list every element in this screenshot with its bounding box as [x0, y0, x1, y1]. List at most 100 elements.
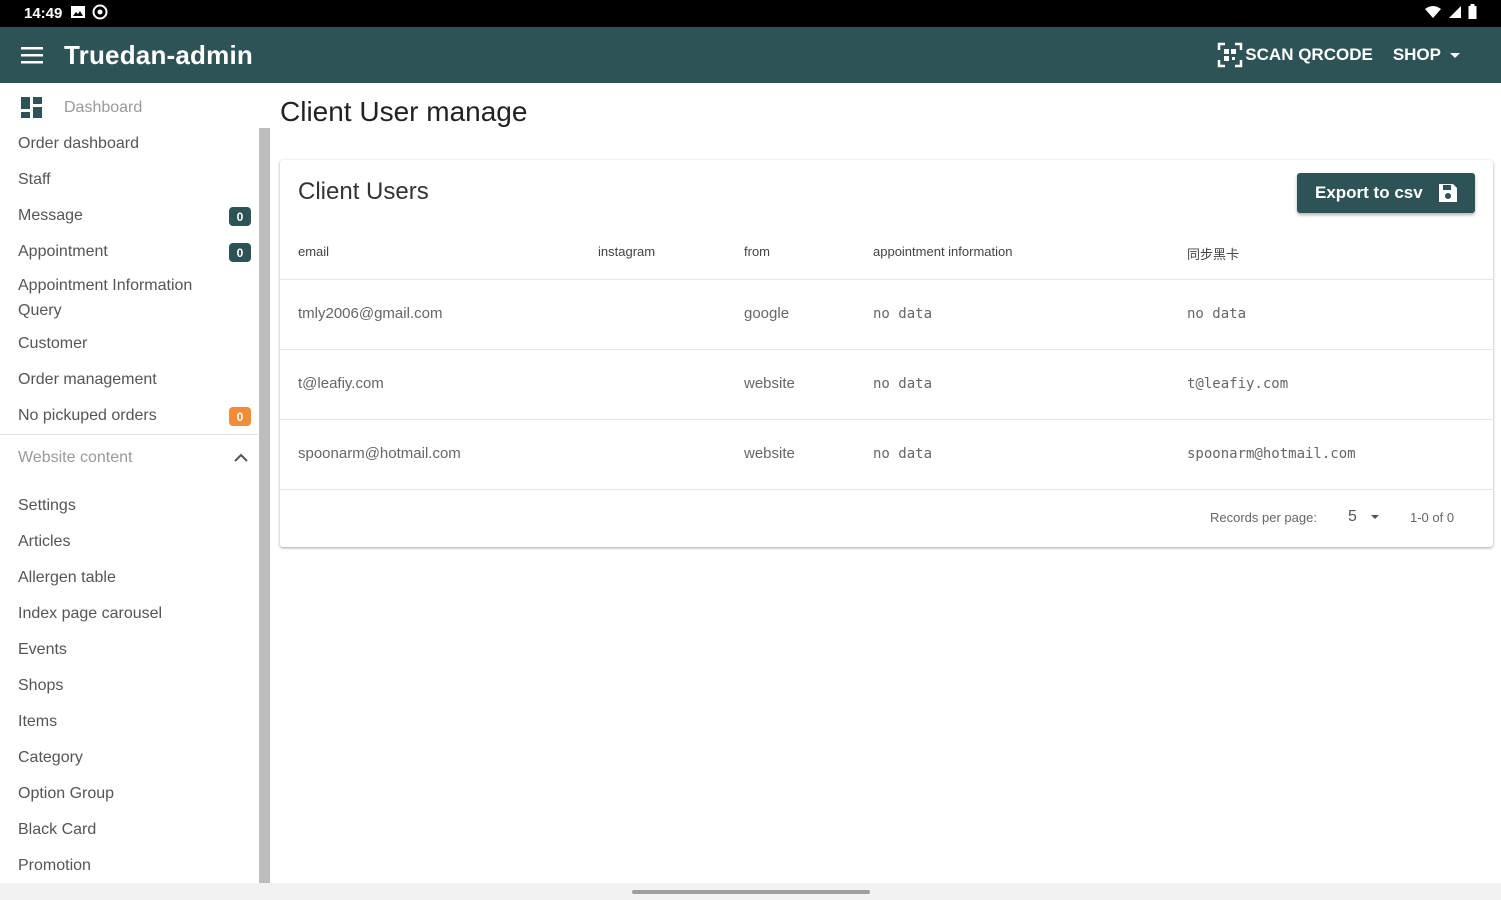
hamburger-icon [21, 47, 43, 64]
client-users-card: Client Users Export to csv email instagr… [280, 160, 1493, 547]
column-header-appointment[interactable]: appointment information [873, 244, 1012, 259]
qrcode-scan-icon [1218, 42, 1243, 68]
chevron-up-icon [234, 453, 248, 462]
sidebar-item-label: Dashboard [64, 99, 143, 116]
signal-icon [1448, 5, 1462, 23]
records-per-page-select[interactable]: 5 [1348, 508, 1381, 526]
home-gesture-handle[interactable] [632, 890, 870, 894]
sidebar-item-label: Order management [18, 371, 157, 388]
pagination-range: 1-0 of 0 [1410, 510, 1455, 525]
appointment-badge: 0 [229, 243, 251, 262]
save-icon [1438, 184, 1457, 202]
card-title: Client Users [298, 178, 429, 205]
sidebar-item-label: Appointment [18, 243, 108, 260]
section-title: Website content [18, 449, 133, 466]
status-bar: 14:49 [0, 0, 1501, 27]
sidebar-item-label: Order dashboard [18, 135, 139, 152]
no-pickuped-badge: 0 [229, 407, 251, 426]
page-title: Client User manage [280, 96, 528, 127]
shop-label: SHOP [1392, 45, 1441, 64]
cell-blackcard: no data [1187, 306, 1247, 322]
sidebar-item-label: Events [18, 641, 67, 658]
sidebar-item-events[interactable]: Events [18, 637, 67, 662]
cell-blackcard: spoonarm@hotmail.com [1187, 446, 1356, 462]
cell-from: google [744, 305, 790, 322]
menu-button[interactable] [0, 27, 64, 83]
cell-blackcard: t@leafiy.com [1187, 376, 1289, 392]
sidebar-item-shops[interactable]: Shops [18, 673, 63, 698]
cell-appointment: no data [873, 376, 933, 392]
cell-from: website [744, 445, 795, 462]
records-per-page-label: Records per page: [1210, 510, 1317, 525]
sidebar-item-articles[interactable]: Articles [18, 529, 70, 554]
sidebar-item-staff[interactable]: Staff [18, 167, 51, 192]
column-header-email[interactable]: email [298, 244, 329, 259]
sidebar-item-appointment[interactable]: Appointment [18, 239, 108, 264]
scan-qrcode-button[interactable]: SCAN QRCODE [1217, 42, 1373, 68]
sidebar-divider [0, 434, 258, 435]
shop-dropdown[interactable]: SHOP [1393, 45, 1467, 65]
sidebar-item-label: Customer [18, 335, 88, 352]
sidebar-item-label: Allergen table [18, 569, 116, 586]
cell-email: tmly2006@gmail.com [298, 305, 443, 322]
chevron-down-icon [1370, 515, 1379, 519]
sidebar-item-settings[interactable]: Settings [18, 493, 76, 518]
sidebar-item-order-management[interactable]: Order management [18, 367, 157, 392]
sidebar-item-label: Staff [18, 171, 51, 188]
app-title: Truedan-admin [64, 39, 253, 70]
export-csv-label: Export to csv [1315, 183, 1423, 202]
sidebar: Dashboard Order dashboard Staff Message … [0, 83, 270, 883]
sidebar-item-label: Black Card [18, 821, 97, 838]
sidebar-item-no-pickuped-orders[interactable]: No pickuped orders [18, 403, 157, 428]
sidebar-item-label: Promotion [18, 857, 91, 874]
row-divider [280, 349, 1493, 350]
cell-from: website [744, 375, 795, 392]
sidebar-scrollbar[interactable] [259, 128, 270, 883]
sidebar-item-label: Option Group [18, 785, 115, 802]
sidebar-item-customer[interactable]: Customer [18, 331, 87, 356]
sidebar-item-index-carousel[interactable]: Index page carousel [18, 601, 162, 626]
status-time: 14:49 [24, 5, 63, 22]
sidebar-item-label: Articles [18, 533, 71, 550]
sidebar-item-items[interactable]: Items [18, 709, 57, 734]
sidebar-item-label: Message [18, 207, 83, 224]
sidebar-item-option-group[interactable]: Option Group [18, 781, 114, 806]
sidebar-item-message[interactable]: Message [18, 203, 83, 228]
sidebar-item-allergen-table[interactable]: Allergen table [18, 565, 116, 590]
cell-appointment: no data [873, 446, 933, 462]
sidebar-item-label: Index page carousel [18, 605, 163, 622]
sidebar-item-label: Appointment Information Query [18, 277, 193, 319]
sidebar-item-promotion[interactable]: Promotion [18, 853, 91, 878]
column-header-blackcard[interactable]: 同步黑卡 [1187, 244, 1239, 263]
row-divider [280, 419, 1493, 420]
table-header-divider [280, 279, 1493, 280]
dashboard-icon [21, 96, 42, 118]
sidebar-item-dashboard[interactable]: Dashboard [20, 95, 142, 120]
sidebar-item-label: Shops [18, 677, 64, 694]
cell-email: t@leafiy.com [298, 375, 384, 392]
sidebar-item-label: Settings [18, 497, 76, 514]
export-csv-button[interactable]: Export to csv [1297, 173, 1475, 213]
sidebar-item-label: Category [18, 749, 83, 766]
sidebar-item-label: No pickuped orders [18, 407, 157, 424]
sidebar-item-black-card[interactable]: Black Card [18, 817, 96, 842]
row-divider [280, 489, 1493, 490]
chevron-down-icon [1450, 53, 1460, 58]
gallery-icon [70, 5, 86, 23]
sidebar-item-order-dashboard[interactable]: Order dashboard [18, 131, 139, 156]
cell-email: spoonarm@hotmail.com [298, 445, 461, 462]
sidebar-item-appointment-query[interactable]: Appointment Information Query [18, 273, 218, 323]
message-badge: 0 [229, 207, 251, 226]
wifi-icon [1424, 5, 1442, 23]
website-content-section-toggle[interactable]: Website content [18, 449, 250, 467]
app-bar: Truedan-admin SCAN QRCODE SHOP [0, 27, 1501, 83]
sidebar-item-label: Items [18, 713, 58, 730]
scan-qrcode-label: SCAN QRCODE [1245, 45, 1373, 64]
column-header-from[interactable]: from [744, 244, 770, 259]
cell-appointment: no data [873, 306, 933, 322]
settings-status-icon [92, 4, 108, 24]
sidebar-item-category[interactable]: Category [18, 745, 83, 770]
records-per-page-value: 5 [1348, 508, 1357, 525]
column-header-instagram[interactable]: instagram [598, 244, 655, 259]
battery-icon [1468, 4, 1477, 23]
